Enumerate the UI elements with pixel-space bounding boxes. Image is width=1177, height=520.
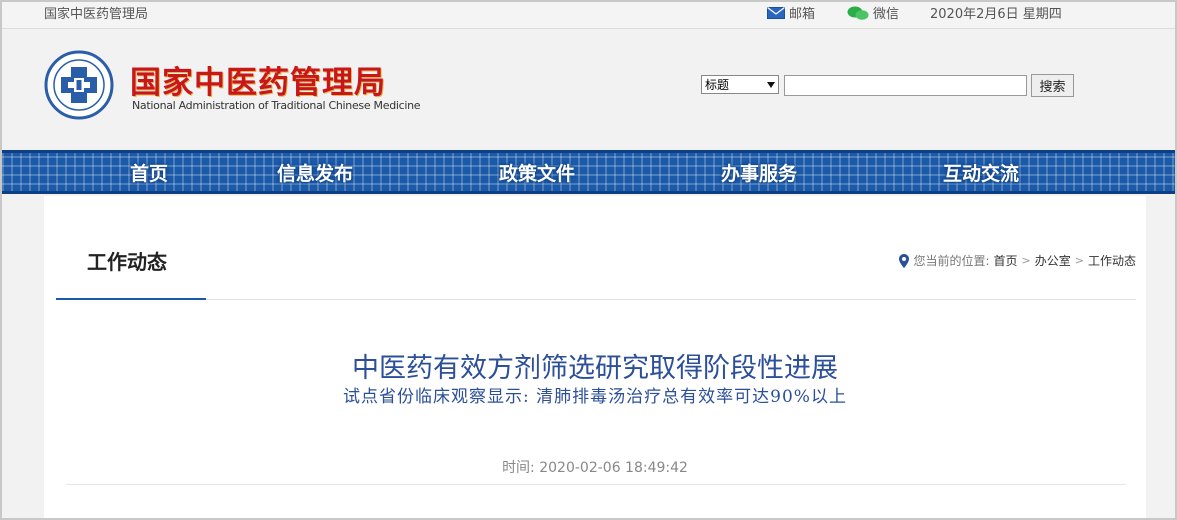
mail-label: 邮箱 (789, 7, 816, 22)
search-field-select[interactable]: 标题 (701, 75, 779, 94)
wechat-icon (847, 6, 869, 20)
section-title: 工作动态 (87, 250, 167, 274)
location-pin-icon (899, 253, 910, 268)
top-utility-bar: 国家中医药管理局 邮箱 微信 2020年2月6日 星期四 (2, 2, 1175, 29)
breadcrumb-home[interactable]: 首页 (994, 252, 1018, 269)
wechat-label: 微信 (873, 7, 900, 22)
breadcrumb-office[interactable]: 办公室 (1035, 252, 1071, 269)
logo-title-en: National Administration of Traditional C… (132, 99, 421, 112)
nav-item-interaction[interactable]: 互动交流 (943, 159, 1019, 186)
emblem-icon (44, 50, 114, 120)
content-panel: 工作动态 您当前的位置: 首页 > 办公室 > 工作动态 中医药有效方剂筛选研究… (44, 196, 1146, 518)
nav-item-news[interactable]: 信息发布 (277, 159, 353, 186)
breadcrumb-separator: > (1074, 254, 1084, 267)
breadcrumb-prefix: 您当前的位置: (913, 254, 990, 268)
article-time-value: 2020-02-06 18:49:42 (539, 460, 688, 476)
meta-divider (66, 484, 1126, 485)
article-title: 中医药有效方剂筛选研究取得阶段性进展 (352, 353, 838, 384)
nav-item-policy[interactable]: 政策文件 (499, 159, 575, 186)
search-button[interactable]: 搜索 (1031, 74, 1074, 97)
article-meta: 时间: 2020-02-06 18:49:42 (44, 457, 1146, 477)
search-input[interactable] (784, 75, 1027, 96)
mail-link[interactable]: 邮箱 (767, 3, 815, 22)
mail-icon (767, 6, 785, 19)
breadcrumb: 您当前的位置: 首页 > 办公室 > 工作动态 (899, 252, 1136, 269)
dropdown-arrow-icon (767, 81, 775, 88)
site-name-link[interactable]: 国家中医药管理局 (44, 3, 148, 22)
page-frame: 国家中医药管理局 邮箱 微信 2020年2月6日 星期四 国家中医药管理局 Na… (0, 0, 1177, 520)
nav-item-services[interactable]: 办事服务 (721, 159, 797, 186)
main-nav: 首页 信息发布 政策文件 办事服务 互动交流 (2, 150, 1175, 194)
breadcrumb-current[interactable]: 工作动态 (1088, 252, 1136, 269)
section-divider (56, 299, 1136, 300)
article-time-label: 时间: (502, 460, 535, 476)
breadcrumb-separator: > (1021, 254, 1031, 267)
nav-item-home[interactable]: 首页 (130, 159, 168, 186)
search-select-value: 标题 (705, 78, 730, 92)
logo-title-cn[interactable]: 国家中医药管理局 (130, 57, 386, 102)
current-date: 2020年2月6日 星期四 (930, 7, 1062, 22)
article-subtitle: 试点省份临床观察显示: 清肺排毒汤治疗总有效率可达90%以上 (343, 387, 847, 407)
logo-emblem[interactable] (44, 50, 114, 120)
wechat-link[interactable]: 微信 (847, 3, 899, 22)
section-title-underline (56, 298, 206, 300)
